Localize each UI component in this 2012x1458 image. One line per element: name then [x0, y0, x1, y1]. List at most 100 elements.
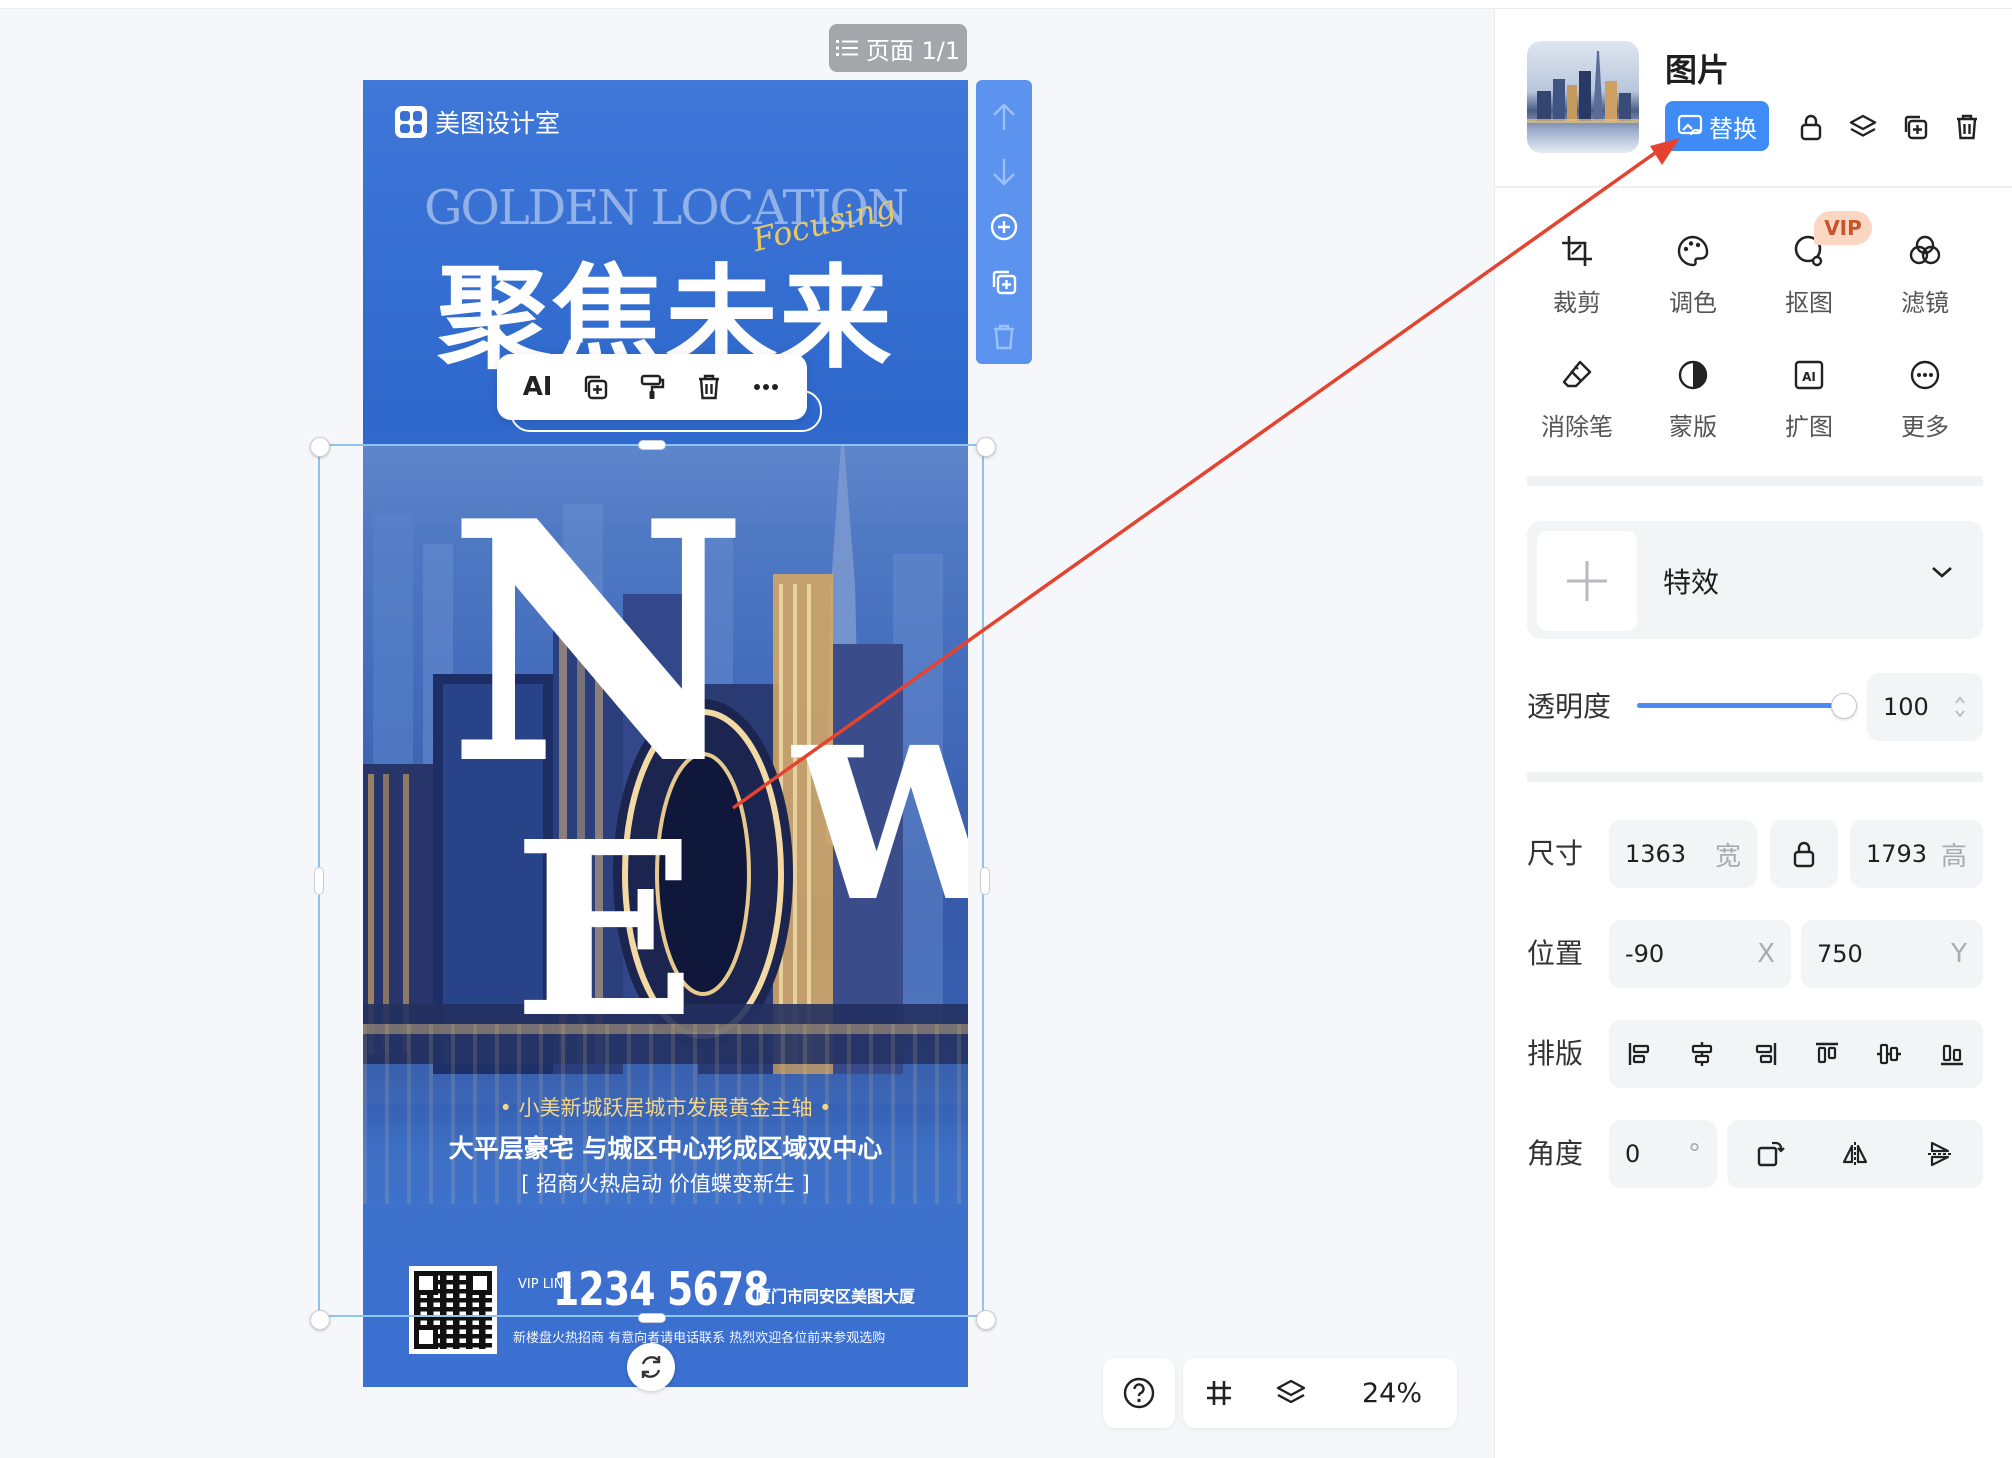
add-effect-button[interactable] — [1537, 531, 1637, 631]
paint-roller-icon — [640, 374, 665, 399]
duplicate-image-button[interactable] — [1895, 107, 1935, 147]
opacity-input[interactable]: 100 — [1867, 673, 1983, 741]
resize-handle-bottom-left[interactable] — [310, 1310, 330, 1330]
tool-label: 消除笔 — [1541, 413, 1613, 441]
filter-icon — [1909, 235, 1941, 265]
brand-name: 美图设计室 — [435, 109, 561, 138]
position-x-input[interactable]: -90 X — [1609, 920, 1791, 988]
selection-box — [318, 444, 984, 1317]
align-bottom-button[interactable] — [1923, 1025, 1981, 1083]
opacity-label: 透明度 — [1527, 690, 1612, 723]
angle-unit: ° — [1688, 1139, 1701, 1169]
aspect-lock-button[interactable] — [1770, 820, 1838, 888]
tool-label: 调色 — [1669, 289, 1717, 317]
trash-icon — [1957, 114, 1977, 140]
tool-label: 蒙版 — [1669, 413, 1717, 441]
help-button[interactable] — [1103, 1376, 1175, 1410]
duplicate-button[interactable] — [572, 364, 618, 410]
tool-expand[interactable]: AI 扩图 — [1759, 355, 1859, 455]
tool-more[interactable]: 更多 — [1875, 355, 1975, 455]
tool-filter[interactable]: 滤镜 — [1875, 231, 1975, 331]
opacity-slider-knob[interactable] — [1831, 693, 1857, 719]
tool-adjust-color[interactable]: 调色 — [1643, 231, 1743, 331]
tool-eraser[interactable]: 消除笔 — [1527, 355, 1627, 455]
plus-circle-icon — [990, 213, 1018, 241]
more-options-button[interactable] — [743, 364, 789, 410]
tool-cutout[interactable]: 抠图 — [1759, 231, 1859, 331]
tool-label: 更多 — [1901, 413, 1949, 441]
resize-handle-bottom-right[interactable] — [976, 1310, 996, 1330]
resize-handle-right[interactable] — [980, 867, 990, 895]
layer-side-toolbar — [976, 80, 1032, 364]
arrow-up-icon — [993, 103, 1015, 131]
rotate-90-button[interactable] — [1741, 1125, 1799, 1183]
align-left-button[interactable] — [1611, 1025, 1669, 1083]
rotate-handle[interactable] — [627, 1343, 675, 1391]
zoom-level[interactable]: 24% — [1327, 1378, 1457, 1409]
panel-title: 图片 — [1665, 51, 1730, 89]
align-bottom-icon — [1940, 1044, 1963, 1066]
trash-icon — [699, 374, 720, 400]
align-center-v-button[interactable] — [1860, 1025, 1918, 1083]
duplicate-icon — [1904, 115, 1928, 140]
tool-mask[interactable]: 蒙版 — [1643, 355, 1743, 455]
align-center-h-button[interactable] — [1673, 1025, 1731, 1083]
duplicate-icon — [584, 375, 607, 400]
opacity-value: 100 — [1883, 693, 1929, 721]
position-label: 位置 — [1527, 937, 1584, 970]
thumbnail-skyline — [1527, 51, 1639, 123]
resize-handle-top-right[interactable] — [976, 437, 996, 457]
move-down-button[interactable] — [982, 145, 1026, 200]
transform-group — [1727, 1120, 1983, 1188]
angle-label: 角度 — [1527, 1137, 1584, 1170]
palette-icon — [1677, 235, 1709, 267]
position-y-input[interactable]: 750 Y — [1801, 920, 1983, 988]
move-up-button[interactable] — [982, 90, 1026, 145]
stepper-icon[interactable] — [1953, 693, 1967, 721]
section-divider — [1527, 476, 1983, 486]
width-unit: 宽 — [1714, 841, 1741, 872]
ai-button[interactable]: AI — [515, 364, 561, 410]
layers-button[interactable] — [1255, 1378, 1327, 1408]
height-input[interactable]: 1793 高 — [1850, 820, 1983, 888]
lock-button[interactable] — [1791, 107, 1831, 147]
replace-label: 替换 — [1709, 114, 1757, 143]
resize-handle-left[interactable] — [314, 867, 324, 895]
duplicate-page-button[interactable] — [982, 254, 1026, 309]
grid-toggle-button[interactable] — [1183, 1378, 1255, 1408]
opacity-slider[interactable] — [1637, 703, 1845, 708]
crop-icon — [1562, 236, 1592, 266]
resize-handle-top[interactable] — [638, 440, 666, 450]
tool-label: 裁剪 — [1553, 289, 1601, 317]
align-right-button[interactable] — [1736, 1025, 1794, 1083]
delete-image-button[interactable] — [1947, 107, 1987, 147]
format-painter-button[interactable] — [629, 364, 675, 410]
delete-page-button[interactable] — [982, 309, 1026, 364]
view-group: 24% — [1183, 1358, 1457, 1428]
flip-vertical-button[interactable] — [1911, 1125, 1969, 1183]
plus-icon — [1567, 561, 1607, 601]
effect-dropdown[interactable]: 特效 — [1527, 521, 1983, 639]
resize-handle-bottom[interactable] — [638, 1313, 666, 1323]
add-page-button[interactable] — [982, 200, 1026, 255]
element-toolbar: AI — [497, 354, 807, 420]
image-thumbnail[interactable] — [1527, 41, 1639, 153]
eraser-icon — [1562, 360, 1592, 388]
tool-crop[interactable]: 裁剪 — [1527, 231, 1627, 331]
width-input[interactable]: 1363 宽 — [1609, 820, 1757, 888]
layer-order-button[interactable] — [1843, 107, 1883, 147]
replace-image-button[interactable]: 替换 — [1665, 101, 1769, 151]
bottom-toolbar: 24% — [1103, 1358, 1457, 1430]
angle-input[interactable]: 0 ° — [1609, 1120, 1717, 1188]
flip-horizontal-button[interactable] — [1826, 1125, 1884, 1183]
page-indicator[interactable]: 页面 1/1 — [829, 24, 967, 72]
lock-icon — [1800, 114, 1822, 141]
brand-mark-icon — [395, 106, 427, 138]
resize-handle-top-left[interactable] — [310, 437, 330, 457]
size-label: 尺寸 — [1527, 837, 1584, 870]
align-top-button[interactable] — [1798, 1025, 1856, 1083]
position-x-unit: X — [1757, 939, 1775, 969]
width-value: 1363 — [1625, 840, 1687, 868]
arrow-down-icon — [993, 159, 1015, 186]
delete-element-button[interactable] — [686, 364, 732, 410]
